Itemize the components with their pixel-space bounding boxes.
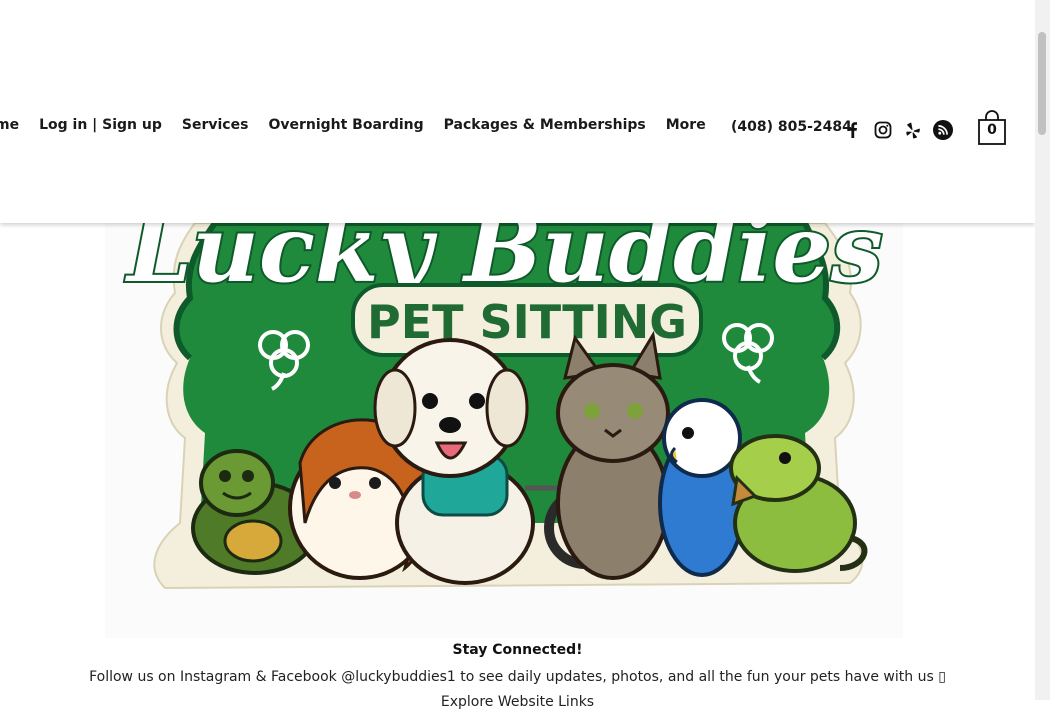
hero-logo-image: Lucky Buddies PET SITTING bbox=[105, 223, 903, 638]
nav-item-services[interactable]: Services bbox=[182, 117, 249, 133]
site-header: me Log in | Sign up Services Overnight B… bbox=[0, 0, 1035, 223]
nav-item-more[interactable]: More bbox=[666, 117, 706, 133]
partial-text-line: Explore Website Links bbox=[440, 694, 595, 710]
instagram-icon[interactable] bbox=[873, 120, 893, 140]
scrollbar[interactable] bbox=[1035, 0, 1050, 700]
cart-count: 0 bbox=[987, 122, 997, 138]
follow-us-text: Follow us on Instagram & Facebook @lucky… bbox=[89, 669, 946, 685]
nav-item-login-signup[interactable]: Log in | Sign up bbox=[39, 117, 162, 133]
stay-connected-heading: Stay Connected! bbox=[452, 642, 583, 658]
facebook-icon[interactable] bbox=[843, 120, 863, 140]
logo-subtitle: PET SITTING bbox=[367, 295, 687, 349]
cat-illustration bbox=[556, 330, 670, 580]
nav-item-home[interactable]: me bbox=[0, 117, 19, 133]
parakeet-illustration bbox=[658, 398, 746, 577]
nav-item-packages-memberships[interactable]: Packages & Memberships bbox=[444, 117, 646, 133]
phone-number[interactable]: (408) 805-2484 bbox=[731, 119, 852, 135]
rss-icon[interactable] bbox=[933, 120, 953, 140]
main-nav: me Log in | Sign up Services Overnight B… bbox=[0, 117, 726, 133]
yelp-icon[interactable] bbox=[903, 120, 923, 140]
cart-button[interactable]: 0 bbox=[977, 110, 1007, 146]
lizard-illustration bbox=[729, 434, 868, 573]
nav-item-overnight-boarding[interactable]: Overnight Boarding bbox=[268, 117, 423, 133]
scrollbar-thumb[interactable] bbox=[1038, 32, 1046, 135]
